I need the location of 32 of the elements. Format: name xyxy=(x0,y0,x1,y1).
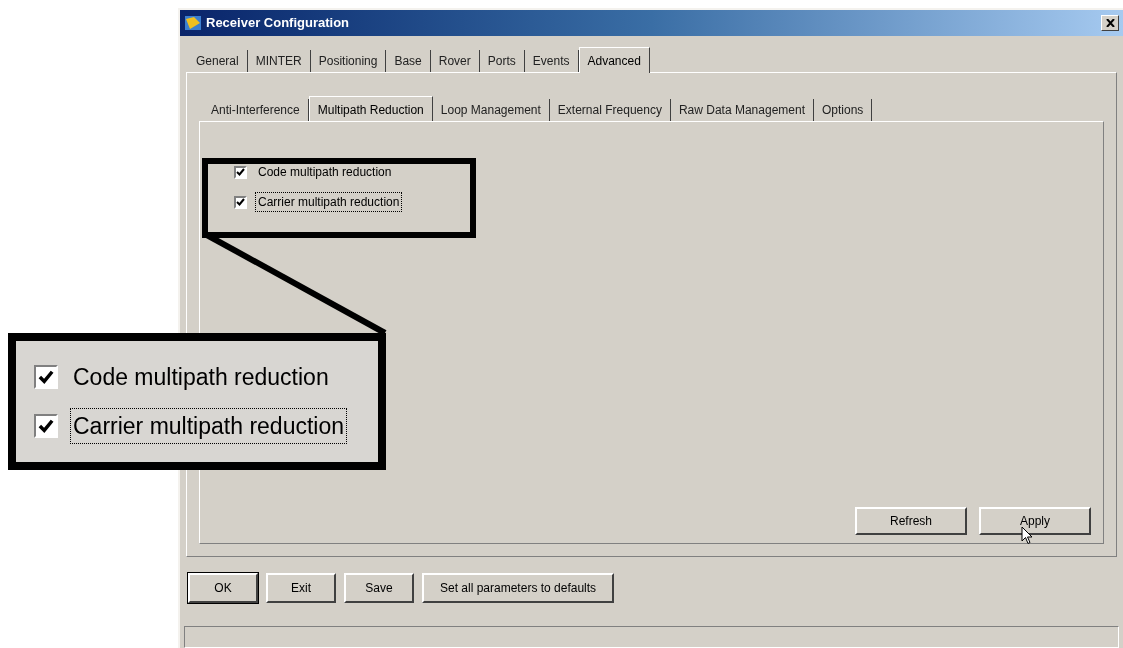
tab[interactable]: MINTER xyxy=(247,50,311,72)
tab[interactable]: Anti-Interference xyxy=(203,99,309,121)
checkbox[interactable] xyxy=(34,365,58,390)
close-icon xyxy=(1105,19,1115,27)
dialog-button[interactable]: OK xyxy=(188,573,258,603)
checkbox[interactable] xyxy=(34,413,58,438)
tab[interactable]: Base xyxy=(386,50,431,72)
tab[interactable]: Positioning xyxy=(310,50,387,72)
checkbox[interactable] xyxy=(234,195,247,209)
tab[interactable]: Options xyxy=(814,99,873,121)
checkbox-label: Carrier multipath reduction xyxy=(255,192,403,212)
checkbox-label: Carrier multipath reduction xyxy=(70,407,347,444)
tab[interactable]: Multipath Reduction xyxy=(308,96,433,122)
app-icon xyxy=(184,15,202,31)
tab[interactable]: Events xyxy=(524,50,579,72)
window-title: Receiver Configuration xyxy=(206,14,351,33)
tab[interactable]: Raw Data Management xyxy=(670,99,814,121)
checkbox-label: Code multipath reduction xyxy=(72,363,330,392)
dialog-button[interactable]: Set all parameters to defaults xyxy=(422,573,615,603)
tab[interactable]: Loop Management xyxy=(432,99,550,121)
dialog-button[interactable]: Exit xyxy=(266,573,336,603)
tab[interactable]: Ports xyxy=(479,50,525,72)
tab[interactable]: External Frequency xyxy=(549,99,671,121)
tab[interactable]: General xyxy=(188,50,248,72)
dialog-button[interactable]: Apply xyxy=(979,507,1091,535)
dialog-button[interactable]: Refresh xyxy=(855,507,967,535)
close-button[interactable] xyxy=(1101,15,1119,31)
checkbox[interactable] xyxy=(234,165,247,179)
tab[interactable]: Rover xyxy=(430,50,480,72)
checkbox-label: Code multipath reduction xyxy=(257,164,393,181)
dialog-button[interactable]: Save xyxy=(344,573,414,603)
tab[interactable]: Advanced xyxy=(578,47,650,73)
